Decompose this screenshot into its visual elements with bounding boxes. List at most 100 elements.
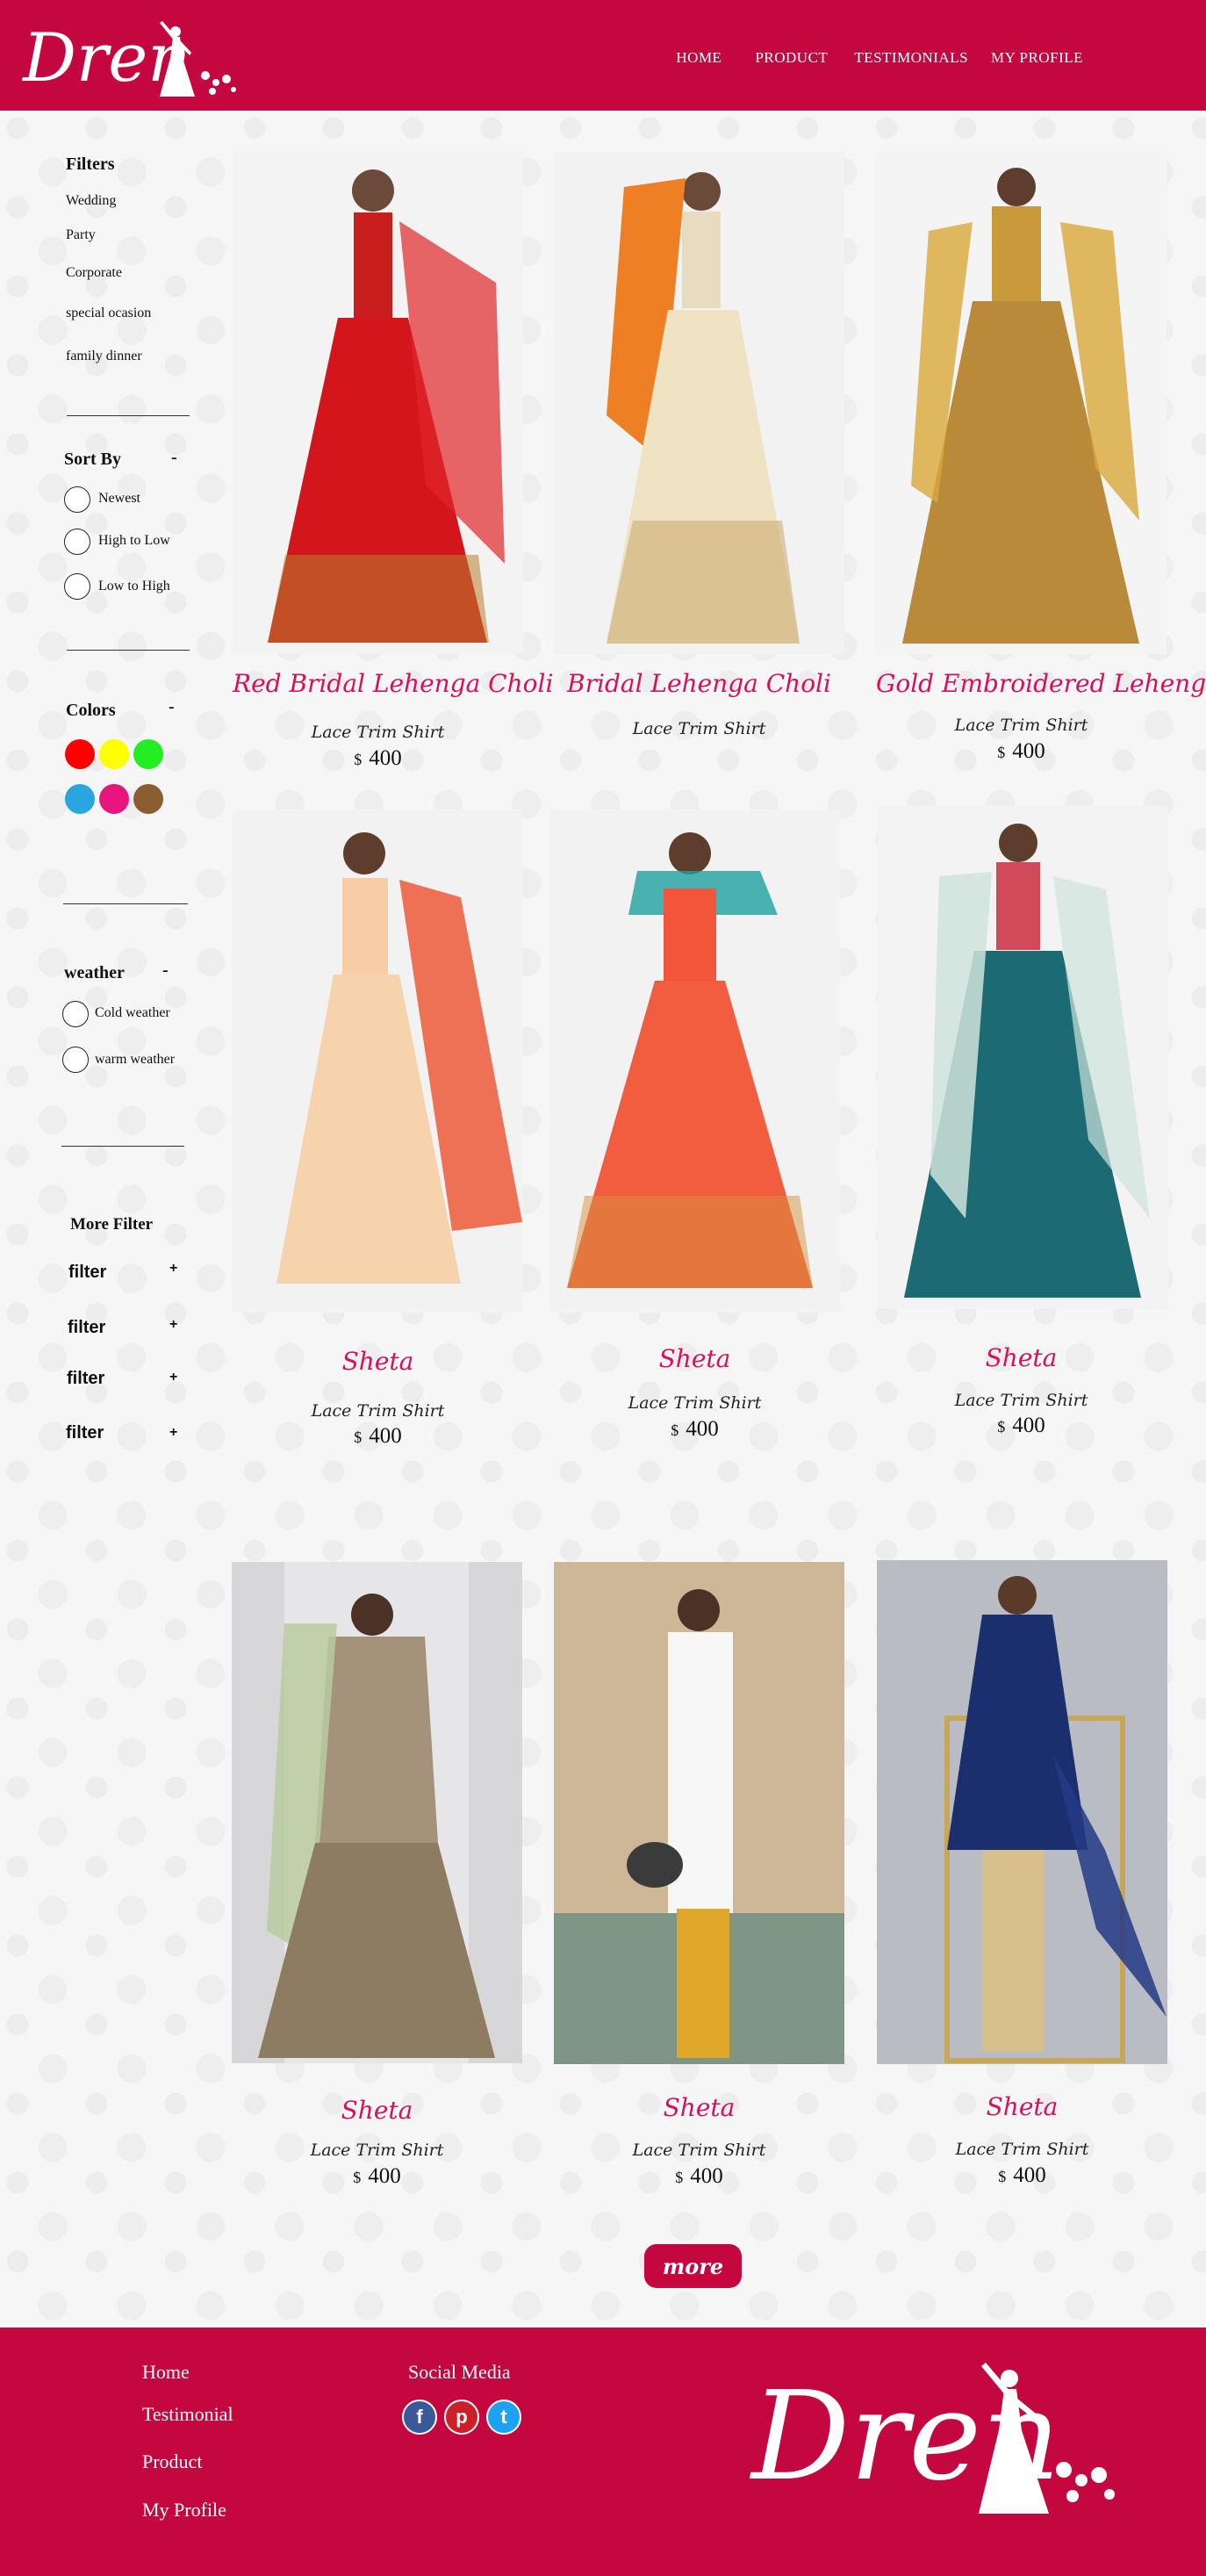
site-logo[interactable]: Dren xyxy=(19,5,248,104)
filter-party[interactable]: Party xyxy=(66,227,96,243)
sort-collapse-toggle[interactable]: - xyxy=(171,448,177,468)
color-swatch-blue[interactable] xyxy=(65,784,95,814)
color-swatch-pink[interactable] xyxy=(99,784,129,814)
filter-special-occasion[interactable]: special ocasion xyxy=(66,306,151,321)
product-name[interactable]: Red Bridal Lehenga Choli xyxy=(233,669,553,698)
more-filter-2-label[interactable]: filter xyxy=(68,1318,105,1338)
currency-symbol: $ xyxy=(671,1421,679,1439)
divider xyxy=(67,650,190,651)
product-name[interactable]: Sheta xyxy=(232,2096,522,2125)
product-image[interactable] xyxy=(549,809,840,1313)
product-image[interactable] xyxy=(232,1562,522,2063)
pinterest-icon[interactable]: p xyxy=(444,2400,479,2435)
weather-warm-radio[interactable] xyxy=(62,1047,89,1073)
product-subtitle: Lace Trim Shirt xyxy=(954,716,1088,735)
site-footer: Home Testimonial Product My Profile Soci… xyxy=(0,2328,1206,2576)
divider xyxy=(61,1146,184,1147)
more-filter-3-label[interactable]: filter xyxy=(67,1369,104,1389)
colors-collapse-toggle[interactable]: - xyxy=(169,697,175,717)
price-value: 400 xyxy=(690,2164,723,2188)
product-image[interactable] xyxy=(233,151,523,653)
divider xyxy=(67,415,190,416)
product-subtitle: Lace Trim Shirt xyxy=(954,1391,1088,1410)
twitter-icon[interactable]: t xyxy=(486,2400,521,2435)
sort-title: Sort By xyxy=(64,450,121,469)
product-price: $400 xyxy=(554,2164,844,2189)
product-image[interactable] xyxy=(554,152,844,654)
sort-high-low-radio[interactable] xyxy=(64,529,90,555)
divider xyxy=(63,903,188,904)
facebook-icon[interactable]: f xyxy=(402,2400,437,2435)
nav-product[interactable]: PRODUCT xyxy=(755,49,828,67)
filter-corporate[interactable]: Corporate xyxy=(66,265,122,281)
product-name[interactable]: Bridal Lehenga Choli xyxy=(554,669,844,698)
sort-newest-label: Newest xyxy=(98,491,140,506)
sort-high-low-label: High to Low xyxy=(98,533,170,548)
currency-symbol: $ xyxy=(354,751,363,768)
color-swatch-green[interactable] xyxy=(133,739,163,769)
product-name[interactable]: Gold Embroidered Lehenga xyxy=(876,669,1206,698)
plus-icon[interactable]: + xyxy=(169,1261,177,1277)
nav-testimonials[interactable]: TESTIMONIALS xyxy=(854,49,968,67)
sort-low-high-radio[interactable] xyxy=(64,573,90,600)
color-swatch-red[interactable] xyxy=(65,739,95,769)
weather-title: weather xyxy=(64,963,125,982)
price-value: 400 xyxy=(1013,2163,1046,2187)
more-filter-title: More Filter xyxy=(70,1215,154,1234)
footer-link-my-profile[interactable]: My Profile xyxy=(142,2499,226,2522)
sort-newest-radio[interactable] xyxy=(64,486,90,513)
product-image[interactable] xyxy=(876,152,1167,654)
more-filter-4-label[interactable]: filter xyxy=(66,1423,104,1443)
product-price: $400 xyxy=(233,1424,523,1449)
footer-link-product[interactable]: Product xyxy=(142,2450,202,2473)
product-subtitle: Lace Trim Shirt xyxy=(628,1393,762,1413)
colors-title: Colors xyxy=(66,701,116,720)
product-image[interactable] xyxy=(554,1562,844,2064)
product-name[interactable]: Sheta xyxy=(876,1343,1167,1372)
plus-icon[interactable]: + xyxy=(169,1317,177,1333)
plus-icon[interactable]: + xyxy=(169,1425,177,1441)
product-price: $400 xyxy=(876,739,1167,764)
color-swatch-brown[interactable] xyxy=(133,784,163,814)
more-filter-1-label[interactable]: filter xyxy=(68,1263,106,1283)
product-subtitle: Lace Trim Shirt xyxy=(955,2140,1089,2159)
product-price: $400 xyxy=(876,1414,1167,1438)
footer-link-testimonial[interactable]: Testimonial xyxy=(142,2403,233,2426)
price-value: 400 xyxy=(1012,1414,1045,1437)
currency-symbol: $ xyxy=(353,2169,362,2186)
currency-symbol: $ xyxy=(997,744,1006,761)
plus-icon[interactable]: + xyxy=(169,1370,177,1385)
filter-wedding[interactable]: Wedding xyxy=(66,193,116,209)
filter-family-dinner[interactable]: family dinner xyxy=(66,349,142,364)
price-value: 400 xyxy=(1012,739,1045,763)
color-swatch-yellow[interactable] xyxy=(99,739,129,769)
site-header: Dren HOME PRODUCT TESTIMONIALS MY PROFIL… xyxy=(0,0,1206,111)
footer-link-home[interactable]: Home xyxy=(142,2361,190,2384)
weather-cold-radio[interactable] xyxy=(62,1001,89,1027)
price-value: 400 xyxy=(369,746,402,770)
product-image[interactable] xyxy=(877,1560,1167,2064)
nav-my-profile[interactable]: MY PROFILE xyxy=(991,49,1083,67)
currency-symbol: $ xyxy=(675,2169,684,2186)
price-value: 400 xyxy=(369,1424,402,1448)
product-subtitle: Lace Trim Shirt xyxy=(311,1401,445,1421)
product-image[interactable] xyxy=(878,806,1168,1309)
product-name[interactable]: Sheta xyxy=(554,2093,844,2122)
more-button[interactable]: more xyxy=(644,2244,742,2288)
product-price: $400 xyxy=(877,2163,1167,2188)
weather-collapse-toggle[interactable]: - xyxy=(162,961,169,981)
product-price: $400 xyxy=(549,1417,840,1442)
product-name[interactable]: Sheta xyxy=(233,1347,523,1376)
product-image[interactable] xyxy=(233,809,523,1313)
footer-logo[interactable]: Dren xyxy=(746,2347,1132,2522)
product-subtitle: Lace Trim Shirt xyxy=(311,723,445,742)
currency-symbol: $ xyxy=(998,2168,1007,2185)
currency-symbol: $ xyxy=(354,1428,363,1446)
product-name[interactable]: Sheta xyxy=(549,1344,840,1373)
product-price: $400 xyxy=(233,746,523,771)
currency-symbol: $ xyxy=(997,1418,1006,1436)
main-nav: HOME PRODUCT TESTIMONIALS MY PROFILE xyxy=(676,49,1083,67)
product-name[interactable]: Sheta xyxy=(877,2092,1167,2121)
product-price: $400 xyxy=(232,2164,522,2189)
nav-home[interactable]: HOME xyxy=(676,49,721,67)
